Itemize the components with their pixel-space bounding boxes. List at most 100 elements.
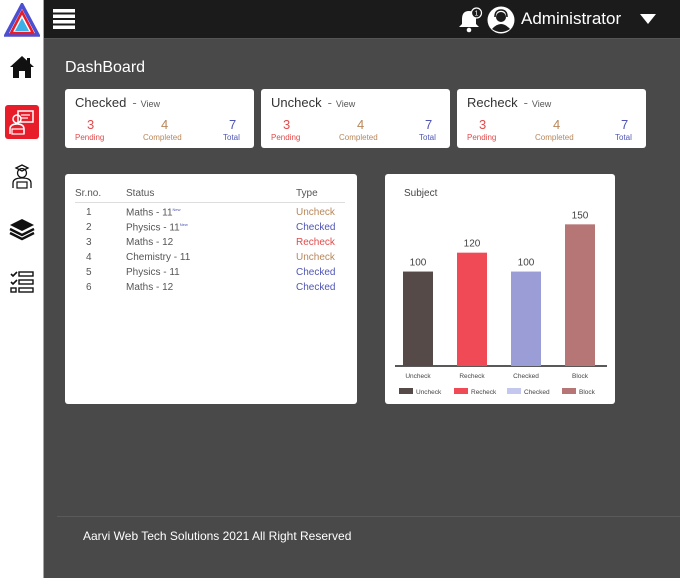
- row-status: Maths - 12: [126, 237, 174, 248]
- user-avatar-icon[interactable]: [487, 6, 515, 34]
- completed-label: Completed: [535, 133, 574, 142]
- card-title: Recheck: [467, 95, 518, 110]
- row-number: 6: [86, 282, 92, 293]
- legend-label: Block: [579, 389, 596, 396]
- footer-text: Aarvi Web Tech Solutions 2021 All Right …: [83, 529, 352, 543]
- row-type: Checked: [296, 282, 336, 293]
- row-status: Chemistry - 11: [126, 252, 191, 263]
- legend-swatch: [562, 388, 576, 394]
- pending-count: 3: [479, 117, 487, 132]
- teacher-board-icon: [9, 110, 34, 135]
- total-label: Total: [615, 133, 632, 142]
- sidebar-item-layers[interactable]: [5, 212, 39, 246]
- sidebar-item-home[interactable]: [5, 50, 39, 84]
- total-count: 7: [229, 117, 237, 132]
- bar-checked: [511, 271, 541, 366]
- row-status: Maths - 12: [126, 282, 174, 293]
- row-type: Uncheck: [296, 207, 335, 218]
- new-tag: New: [179, 222, 188, 227]
- new-tag: New: [172, 207, 181, 212]
- table-row[interactable]: 1 Maths - 11New Uncheck: [65, 207, 357, 222]
- table-row[interactable]: 3 Maths - 12 Recheck: [65, 237, 357, 252]
- subject-chart: Subject 100 Uncheck 120 Recheck 100 Checked 150…: [385, 174, 615, 404]
- status-table: Sr.no. Status Type 1 Maths - 11New Unche…: [65, 174, 357, 404]
- sidebar-item-students[interactable]: [5, 159, 39, 193]
- pending-label: Pending: [75, 133, 105, 142]
- row-number: 4: [86, 252, 92, 263]
- table-row[interactable]: 5 Physics - 11 Checked: [65, 267, 357, 282]
- bar-chart: Subject 100 Uncheck 120 Recheck 100 Checked 150…: [395, 188, 607, 396]
- bar-block: [565, 224, 595, 366]
- total-label: Total: [419, 133, 436, 142]
- completed-label: Completed: [143, 133, 182, 142]
- data-label: 100: [410, 258, 427, 269]
- row-status: Physics - 11: [126, 267, 180, 278]
- pending-label: Pending: [271, 133, 301, 142]
- data-label: 150: [572, 210, 589, 221]
- data-label: 120: [464, 239, 481, 250]
- completed-count: 4: [553, 117, 561, 132]
- sidebar-item-tasks[interactable]: [5, 265, 39, 299]
- pending-count: 3: [87, 117, 95, 132]
- notification-count: 1: [475, 10, 479, 17]
- legend-label: Recheck: [471, 389, 497, 396]
- row-number: 1: [86, 207, 92, 218]
- row-type: Checked: [296, 267, 336, 278]
- card-title: Checked: [75, 95, 127, 110]
- tick-label: Uncheck: [405, 373, 431, 380]
- page-title: DashBoard: [65, 59, 146, 76]
- card-title: Uncheck: [271, 95, 322, 110]
- row-number: 2: [86, 222, 92, 233]
- user-name[interactable]: Administrator: [521, 9, 621, 29]
- completed-count: 4: [161, 117, 169, 132]
- data-label: 100: [518, 258, 535, 269]
- view-link[interactable]: View: [336, 99, 355, 109]
- column-header-srno: Sr.no.: [75, 188, 102, 199]
- checklist-icon: [10, 271, 34, 293]
- row-type: Recheck: [296, 237, 335, 248]
- home-icon: [10, 56, 34, 78]
- tick-label: Recheck: [459, 373, 485, 380]
- layers-icon: [9, 219, 35, 241]
- column-header-status: Status: [126, 188, 155, 199]
- stat-card-checked: Checked - View 3 4 7 Pending Completed Tot…: [65, 89, 254, 148]
- notification-bell-icon[interactable]: 1: [457, 7, 483, 33]
- legend-label: Uncheck: [416, 389, 442, 396]
- menu-icon[interactable]: [53, 8, 75, 30]
- row-status: Physics - 11: [126, 222, 180, 234]
- row-status: Maths - 11: [126, 207, 173, 219]
- view-link[interactable]: View: [141, 99, 160, 109]
- bar-uncheck: [403, 271, 433, 366]
- row-type: Checked: [296, 222, 336, 233]
- legend-swatch: [454, 388, 468, 394]
- tick-label: Block: [572, 373, 589, 380]
- total-count: 7: [425, 117, 433, 132]
- student-icon: [12, 164, 32, 189]
- sidebar: [0, 0, 44, 578]
- app-logo[interactable]: [4, 3, 40, 37]
- top-bar: 1 Administrator: [44, 0, 680, 39]
- bar-recheck: [457, 252, 487, 366]
- sidebar-item-teacher[interactable]: [5, 105, 39, 139]
- row-number: 3: [86, 237, 92, 248]
- stat-card-recheck: Recheck - View 3 4 7 Pending Completed Tot…: [457, 89, 646, 148]
- table-row[interactable]: 4 Chemistry - 11 Uncheck: [65, 252, 357, 267]
- completed-count: 4: [357, 117, 365, 132]
- chart-title: Subject: [404, 188, 438, 199]
- pending-count: 3: [283, 117, 291, 132]
- view-link[interactable]: View: [532, 99, 551, 109]
- table-row[interactable]: 2 Physics - 11New Checked: [65, 222, 357, 237]
- table-row[interactable]: 6 Maths - 12 Checked: [65, 282, 357, 297]
- legend-swatch: [399, 388, 413, 394]
- stat-card-uncheck: Uncheck - View 3 4 7 Pending Completed Tot…: [261, 89, 450, 148]
- total-count: 7: [621, 117, 629, 132]
- total-label: Total: [223, 133, 240, 142]
- row-number: 5: [86, 267, 92, 278]
- row-type: Uncheck: [296, 252, 335, 263]
- completed-label: Completed: [339, 133, 378, 142]
- legend-label: Checked: [524, 389, 550, 396]
- chevron-down-icon[interactable]: [640, 13, 656, 25]
- column-header-type: Type: [296, 188, 318, 199]
- legend-swatch: [507, 388, 521, 394]
- footer-divider: [57, 516, 680, 517]
